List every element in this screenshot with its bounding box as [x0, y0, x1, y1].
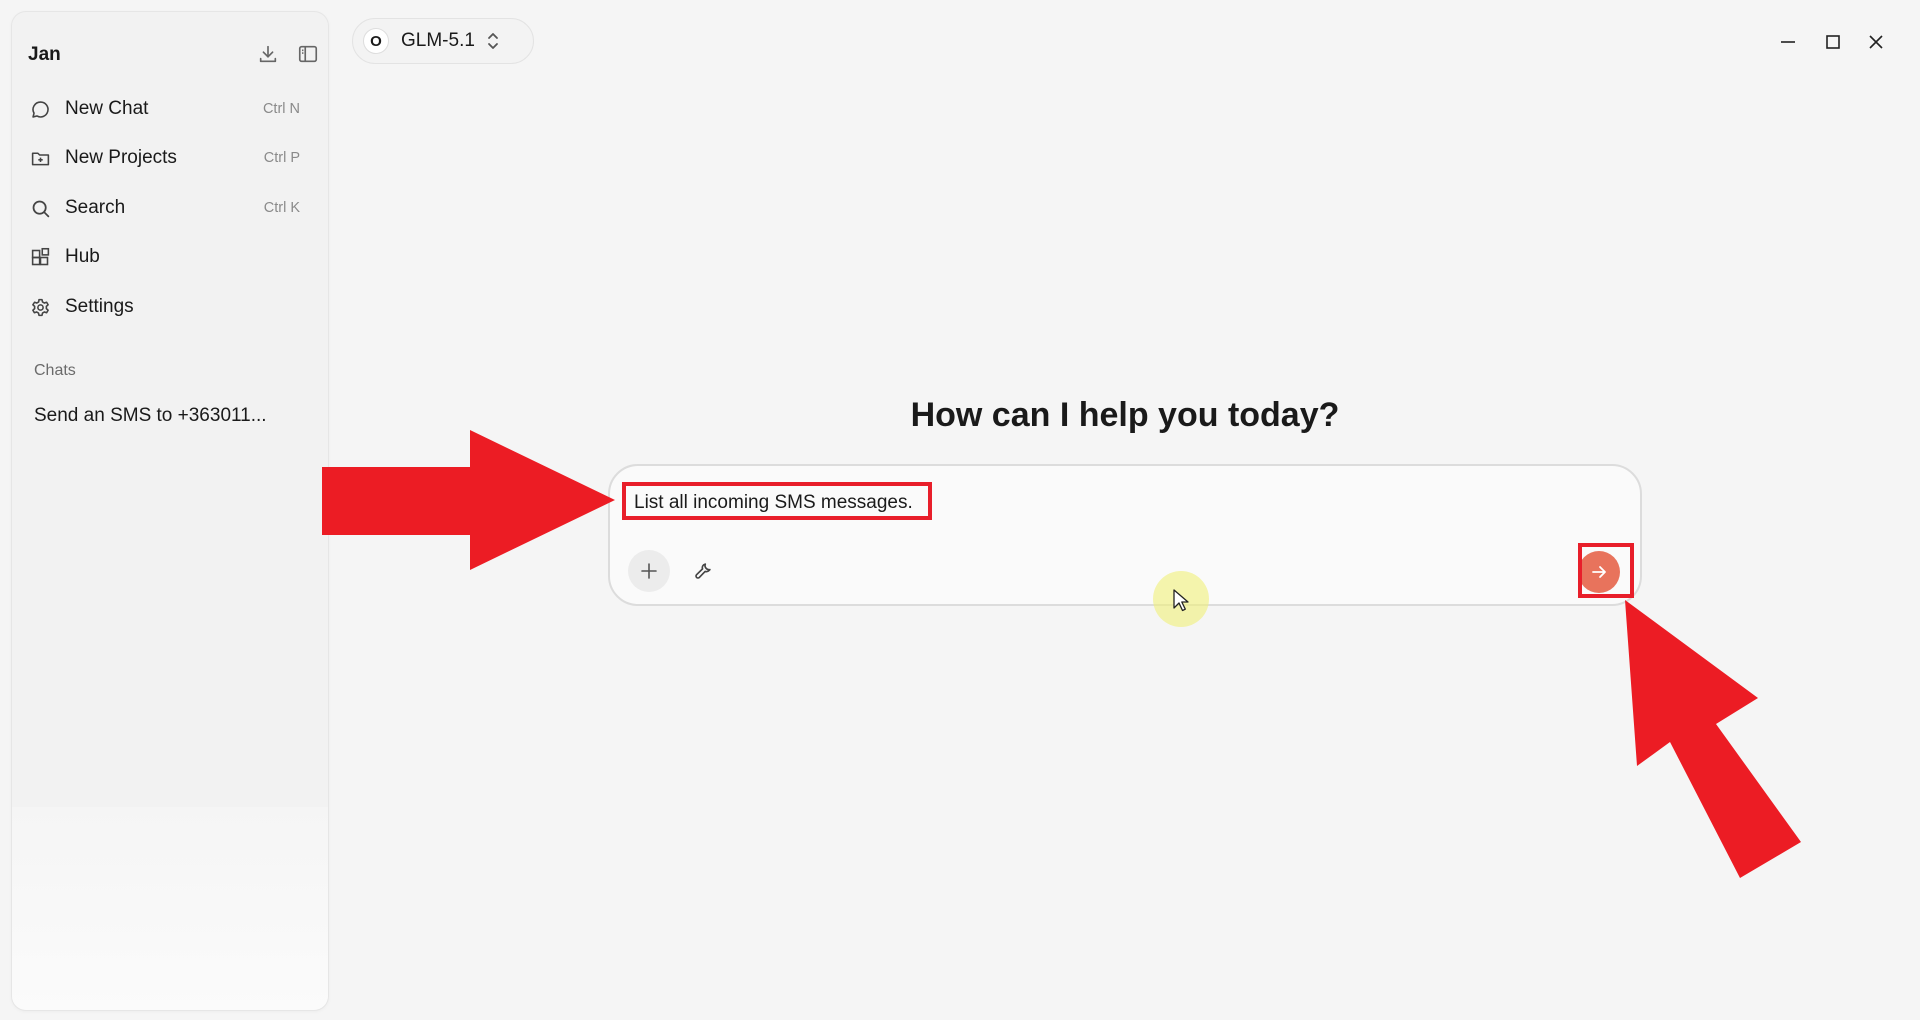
annotation-arrows [322, 430, 1801, 878]
bottom-right-arrow [1625, 600, 1801, 878]
left-arrow [322, 430, 615, 570]
